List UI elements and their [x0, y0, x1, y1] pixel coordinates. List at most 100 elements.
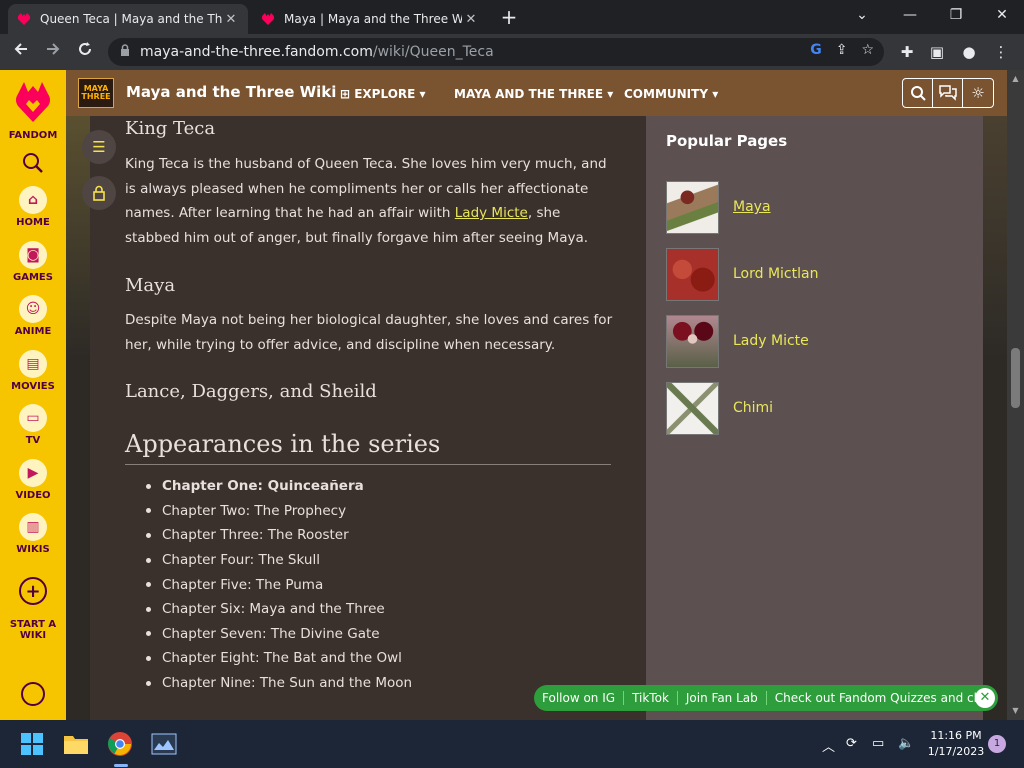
tab-close-icon[interactable]: ✕ — [462, 12, 480, 27]
chevron-down-icon: ▾ — [603, 87, 614, 101]
popular-page-lady-micte[interactable]: Lady Micte — [666, 314, 966, 368]
network-icon[interactable]: ▭ — [872, 736, 884, 751]
table-of-contents-icon[interactable]: ☰ — [82, 130, 116, 164]
list-item: Chapter Five: The Puma — [146, 572, 412, 597]
thumbnail-lord-mictlan[interactable] — [666, 247, 719, 301]
theme-toggle-icon[interactable]: ☼ — [963, 79, 993, 107]
list-item: Chapter One: Quinceañera — [146, 474, 412, 499]
list-item: Chapter Seven: The Divine Gate — [146, 622, 412, 647]
popular-page-maya[interactable]: Maya — [666, 180, 966, 234]
tab-close-icon[interactable]: ✕ — [222, 12, 240, 27]
extensions-icon[interactable]: ✚ — [896, 41, 918, 63]
photos-app-icon[interactable] — [150, 730, 178, 758]
section-text-king-teca: King Teca is the husband of Queen Teca. … — [125, 156, 607, 246]
chrome-icon[interactable] — [106, 730, 134, 758]
search-icon[interactable] — [903, 79, 933, 107]
section-heading-king-teca: King Teca — [125, 118, 216, 139]
chapter-list: Chapter One: Quinceañera Chapter Two: Th… — [146, 474, 412, 695]
popular-page-link[interactable]: Lady Micte — [733, 333, 809, 349]
search-icon[interactable] — [22, 152, 44, 174]
forward-icon[interactable] — [42, 41, 64, 63]
new-tab-button[interactable]: + — [498, 6, 520, 28]
nav-explore[interactable]: ⊞ EXPLORE ▾ — [340, 87, 426, 101]
background-art — [66, 116, 90, 720]
close-window-button[interactable]: ✕ — [990, 4, 1014, 26]
browser-window: Queen Teca | Maya and the Three ✕ Maya |… — [0, 0, 1024, 768]
bookmark-star-icon[interactable]: ☆ — [861, 42, 874, 58]
url-path: /wiki/Queen_Teca — [372, 44, 494, 60]
rail-item-games[interactable]: ◙ GAMES — [0, 241, 66, 283]
list-item: Chapter Eight: The Bat and the Owl — [146, 646, 412, 671]
popular-page-link[interactable]: Chimi — [733, 400, 773, 416]
nav-maya-and-the-three[interactable]: MAYA AND THE THREE ▾ — [454, 87, 613, 101]
tab-search-icon[interactable]: ⌄ — [850, 4, 874, 26]
header-actions: ☼ — [902, 78, 994, 108]
profile-icon[interactable]: ● — [958, 41, 980, 63]
address-bar[interactable]: maya-and-the-three.fandom.com/wiki/Queen… — [108, 38, 884, 66]
windows-start-icon[interactable] — [18, 730, 46, 758]
menu-icon[interactable]: ⋮ — [990, 41, 1012, 63]
tiktok-link[interactable]: TikTok — [624, 691, 678, 705]
join-fan-lab-link[interactable]: Join Fan Lab — [678, 691, 767, 705]
chevron-down-icon: ▾ — [415, 87, 426, 101]
thumbnail-chimi[interactable] — [666, 381, 719, 435]
link-lady-micte[interactable]: Lady Micte — [455, 205, 528, 221]
reload-icon[interactable] — [74, 41, 96, 63]
show-hidden-icons[interactable]: ︿ — [822, 736, 835, 755]
fandom-logo-icon[interactable] — [14, 78, 52, 124]
home-icon: ⌂ — [19, 186, 47, 214]
tv-icon: ▭ — [19, 404, 47, 432]
section-text-maya: Despite Maya not being her biological da… — [125, 312, 613, 353]
rail-item-wikis[interactable]: ▥ WIKIS — [0, 513, 66, 555]
tab-title: Maya | Maya and the Three Wiki — [284, 12, 462, 26]
back-icon[interactable] — [10, 41, 32, 63]
section-heading-appearances: Appearances in the series — [125, 430, 441, 458]
file-explorer-icon[interactable] — [62, 730, 90, 758]
system-clock[interactable]: 11:16 PM 1/17/2023 — [924, 728, 988, 760]
wiki-logo[interactable]: MAYA THREE — [78, 78, 114, 108]
lock-icon[interactable] — [82, 176, 116, 210]
page-scrollbar[interactable]: ▲ ▼ — [1007, 70, 1024, 720]
rail-item-video[interactable]: ▶ VIDEO — [0, 459, 66, 501]
list-item: Chapter Four: The Skull — [146, 548, 412, 573]
minimize-button[interactable]: — — [898, 4, 922, 26]
wiki-name[interactable]: Maya and the Three Wiki — [126, 83, 336, 101]
tab-strip: Queen Teca | Maya and the Three ✕ Maya |… — [0, 0, 1024, 34]
user-avatar-icon[interactable] — [21, 682, 45, 706]
browser-toolbar: maya-and-the-three.fandom.com/wiki/Queen… — [0, 34, 1024, 70]
notification-badge[interactable]: 1 — [988, 735, 1006, 753]
web-page: FANDOM ⌂ HOME ◙ GAMES ☺ ANIME ▤ MOVIES ▭ — [0, 70, 1024, 720]
tab-maya[interactable]: Maya | Maya and the Three Wiki ✕ — [252, 4, 488, 34]
follow-ig-link[interactable]: Follow on IG — [534, 691, 625, 705]
scrollbar-thumb[interactable] — [1011, 348, 1020, 408]
popular-page-link[interactable]: Maya — [733, 199, 771, 215]
rail-item-anime[interactable]: ☺ ANIME — [0, 295, 66, 337]
list-item: Chapter Six: Maya and the Three — [146, 597, 412, 622]
popular-page-link[interactable]: Lord Mictlan — [733, 266, 818, 282]
plus-icon: + — [19, 577, 47, 605]
tab-queen-teca[interactable]: Queen Teca | Maya and the Three ✕ — [8, 4, 248, 34]
quizzes-link[interactable]: Check out Fandom Quizzes and cha — [767, 691, 998, 705]
list-item: Chapter Two: The Prophecy — [146, 499, 412, 524]
heading-divider — [125, 464, 611, 465]
discussions-icon[interactable] — [933, 79, 963, 107]
thumbnail-maya[interactable] — [666, 180, 719, 234]
app-tray-icon[interactable]: ⟳ — [846, 736, 857, 751]
google-icon[interactable]: G — [810, 42, 822, 58]
popular-page-chimi[interactable]: Chimi — [666, 381, 966, 435]
rail-item-start-a-wiki[interactable]: + START A WIKI — [0, 566, 66, 641]
side-panel-icon[interactable]: ▣ — [926, 41, 948, 63]
restore-button[interactable]: ❐ — [944, 4, 968, 26]
scroll-up-icon[interactable]: ▲ — [1007, 74, 1024, 83]
rail-item-home[interactable]: ⌂ HOME — [0, 186, 66, 228]
close-icon[interactable]: ✕ — [975, 688, 995, 708]
video-icon: ▶ — [19, 459, 47, 487]
scroll-down-icon[interactable]: ▼ — [1007, 706, 1024, 715]
popular-page-lord-mictlan[interactable]: Lord Mictlan — [666, 247, 966, 301]
nav-community[interactable]: COMMUNITY ▾ — [624, 87, 718, 101]
rail-item-tv[interactable]: ▭ TV — [0, 404, 66, 446]
volume-icon[interactable]: 🔈 — [898, 736, 914, 751]
rail-item-movies[interactable]: ▤ MOVIES — [0, 350, 66, 392]
share-icon[interactable]: ⇪ — [836, 42, 848, 58]
thumbnail-lady-micte[interactable] — [666, 314, 719, 368]
